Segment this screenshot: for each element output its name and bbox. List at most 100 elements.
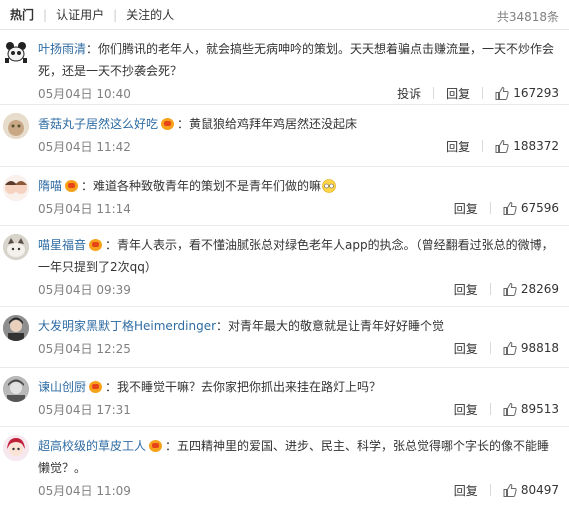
comment-text: ：青年人表示，看不懂油腻张总对绿色老年人app的执念。（曾经翻看过张总的微博，一… bbox=[38, 238, 554, 274]
comment-time: 05月04日 17:31 bbox=[38, 402, 131, 417]
comment-content: 隋喵 ：难道各种致敬青年的策划不是青年们做的嘛 bbox=[38, 175, 559, 197]
comment-text: ：我不睡觉干嘛？去你家把你抓出来挂在路灯上吗？ bbox=[105, 380, 382, 394]
like-count: 167293 bbox=[513, 86, 559, 100]
reply-button[interactable]: 回复 bbox=[454, 401, 478, 418]
like-count: 98818 bbox=[520, 341, 559, 355]
comment-time: 05月04日 11:09 bbox=[38, 483, 131, 498]
thumbs-up-icon bbox=[495, 86, 509, 100]
reply-button[interactable]: 回复 bbox=[454, 482, 478, 499]
comment-total: 共34818条 bbox=[496, 10, 559, 24]
like-button[interactable]: 80497 bbox=[503, 483, 559, 497]
like-count: 89513 bbox=[520, 402, 559, 416]
reply-button[interactable]: 回复 bbox=[454, 340, 478, 357]
reply-button[interactable]: 回复 bbox=[454, 200, 478, 217]
comment-meta: 05月04日 11:14 回复 67596 bbox=[38, 197, 559, 221]
comment-time: 05月04日 12:25 bbox=[38, 341, 131, 356]
tab-hot[interactable]: 热门 bbox=[10, 6, 34, 23]
report-button[interactable]: 投诉 bbox=[397, 85, 421, 102]
reply-button[interactable]: 回复 bbox=[446, 138, 470, 155]
like-button[interactable]: 89513 bbox=[503, 402, 559, 416]
comment-username[interactable]: 隋喵 bbox=[38, 179, 62, 193]
comment-item: 香菇丸子居然这么好吃 ：黄鼠狼给鸡拜年鸡居然还没起床 05月04日 11:42 回… bbox=[0, 105, 569, 167]
comment-meta: 05月04日 17:31 回复 89513 bbox=[38, 398, 559, 422]
thumbs-up-icon bbox=[503, 282, 517, 296]
like-button[interactable]: 167293 bbox=[495, 86, 559, 100]
reply-button[interactable]: 回复 bbox=[446, 85, 470, 102]
avatar[interactable] bbox=[3, 315, 29, 341]
avatar[interactable] bbox=[3, 376, 29, 402]
tab-divider: | bbox=[43, 7, 48, 22]
comment-actions: 回复 28269 bbox=[454, 281, 559, 298]
comment-item: 隋喵 ：难道各种致敬青年的策划不是青年们做的嘛 05月04日 11:14 回复 6… bbox=[0, 167, 569, 226]
like-count: 188372 bbox=[513, 139, 559, 153]
comment-actions: 回复 98818 bbox=[454, 340, 559, 357]
avatar[interactable] bbox=[3, 435, 29, 461]
comment-username[interactable]: 喵星福音 bbox=[38, 238, 86, 252]
comment-meta: 05月04日 11:42 回复 188372 bbox=[38, 135, 559, 159]
tab-following[interactable]: 关注的人 bbox=[126, 6, 174, 23]
action-divider bbox=[489, 403, 491, 415]
comment-item: 谏山创厨 ：我不睡觉干嘛？去你家把你抓出来挂在路灯上吗？ 05月04日 17:31… bbox=[0, 368, 569, 427]
vip-badge-icon bbox=[65, 180, 79, 192]
action-divider bbox=[482, 140, 484, 152]
comment-time: 05月04日 11:14 bbox=[38, 201, 131, 216]
comment-actions: 回复 67596 bbox=[454, 200, 559, 217]
comment-content: 叶扬雨清：你们腾讯的老年人，就会搞些无病呻吟的策划。天天想着骗点击赚流量，一天不… bbox=[38, 38, 559, 82]
comment-content: 喵星福音 ：青年人表示，看不懂油腻张总对绿色老年人app的执念。（曾经翻看过张总的… bbox=[38, 234, 559, 278]
comment-text: ：难道各种致敬青年的策划不是青年们做的嘛 bbox=[81, 179, 322, 193]
comment-meta: 05月04日 10:40 投诉 回复 167293 bbox=[38, 82, 559, 106]
reply-button[interactable]: 回复 bbox=[454, 281, 478, 298]
comment-username[interactable]: 香菇丸子居然这么好吃 bbox=[38, 117, 158, 131]
comment-time: 05月04日 10:40 bbox=[38, 86, 131, 101]
like-button[interactable]: 98818 bbox=[503, 341, 559, 355]
thumbs-up-icon bbox=[503, 201, 517, 215]
like-count: 67596 bbox=[520, 201, 559, 215]
thumbs-up-icon bbox=[503, 341, 517, 355]
thumbs-up-icon bbox=[495, 139, 509, 153]
action-divider bbox=[489, 202, 491, 214]
comment-username[interactable]: 超高校级的草皮工人 bbox=[38, 439, 146, 453]
action-divider bbox=[433, 87, 435, 99]
comment-content: 香菇丸子居然这么好吃 ：黄鼠狼给鸡拜年鸡居然还没起床 bbox=[38, 113, 559, 135]
comment-item: 大发明家黑默丁格Heimerdinger：对青年最大的敬意就是让青年好好睡个觉 … bbox=[0, 307, 569, 368]
thumbs-up-icon bbox=[503, 402, 517, 416]
comment-actions: 投诉 回复 167293 bbox=[397, 85, 559, 102]
comment-time: 05月04日 09:39 bbox=[38, 282, 131, 297]
comment-meta: 05月04日 09:39 回复 28269 bbox=[38, 278, 559, 302]
like-button[interactable]: 67596 bbox=[503, 201, 559, 215]
like-count: 80497 bbox=[520, 483, 559, 497]
comment-time: 05月04日 11:42 bbox=[38, 139, 131, 154]
like-button[interactable]: 188372 bbox=[495, 139, 559, 153]
avatar[interactable] bbox=[3, 234, 29, 260]
avatar[interactable] bbox=[3, 113, 29, 139]
comment-actions: 回复 188372 bbox=[446, 138, 559, 155]
comment-username[interactable]: 叶扬雨清 bbox=[38, 42, 86, 56]
comment-text: ：黄鼠狼给鸡拜年鸡居然还没起床 bbox=[177, 117, 358, 131]
action-divider bbox=[489, 283, 491, 295]
comment-content: 超高校级的草皮工人 ：五四精神里的爱国、进步、民主、科学，张总觉得哪个字长的像不能… bbox=[38, 435, 559, 479]
vip-badge-icon bbox=[89, 239, 103, 251]
like-button[interactable]: 28269 bbox=[503, 282, 559, 296]
vip-badge-icon bbox=[89, 381, 103, 393]
comment-username[interactable]: 大发明家黑默丁格Heimerdinger bbox=[38, 319, 216, 333]
avatar[interactable] bbox=[3, 38, 29, 64]
vip-badge-icon bbox=[161, 118, 175, 130]
comment-item: 叶扬雨清：你们腾讯的老年人，就会搞些无病呻吟的策划。天天想着骗点击赚流量，一天不… bbox=[0, 30, 569, 105]
sweat-emoji-icon bbox=[322, 179, 336, 193]
comment-actions: 回复 80497 bbox=[454, 482, 559, 499]
thumbs-up-icon bbox=[503, 483, 517, 497]
tab-verified[interactable]: 认证用户 bbox=[56, 6, 104, 23]
comment-item: 喵星福音 ：青年人表示，看不懂油腻张总对绿色老年人app的执念。（曾经翻看过张总的… bbox=[0, 226, 569, 307]
action-divider bbox=[489, 484, 491, 496]
vip-badge-icon bbox=[149, 440, 163, 452]
comment-actions: 回复 89513 bbox=[454, 401, 559, 418]
comment-username[interactable]: 谏山创厨 bbox=[38, 380, 86, 394]
avatar[interactable] bbox=[3, 175, 29, 201]
tab-divider: | bbox=[113, 7, 118, 22]
comment-content: 谏山创厨 ：我不睡觉干嘛？去你家把你抓出来挂在路灯上吗？ bbox=[38, 376, 559, 398]
comment-meta: 05月04日 12:25 回复 98818 bbox=[38, 337, 559, 361]
action-divider bbox=[489, 342, 491, 354]
comment-content: 大发明家黑默丁格Heimerdinger：对青年最大的敬意就是让青年好好睡个觉 bbox=[38, 315, 559, 337]
comment-item: 超高校级的草皮工人 ：五四精神里的爱国、进步、民主、科学，张总觉得哪个字长的像不能… bbox=[0, 427, 569, 505]
comment-text: ：你们腾讯的老年人，就会搞些无病呻吟的策划。天天想着骗点击赚流量，一天不炒作会死… bbox=[38, 42, 555, 78]
